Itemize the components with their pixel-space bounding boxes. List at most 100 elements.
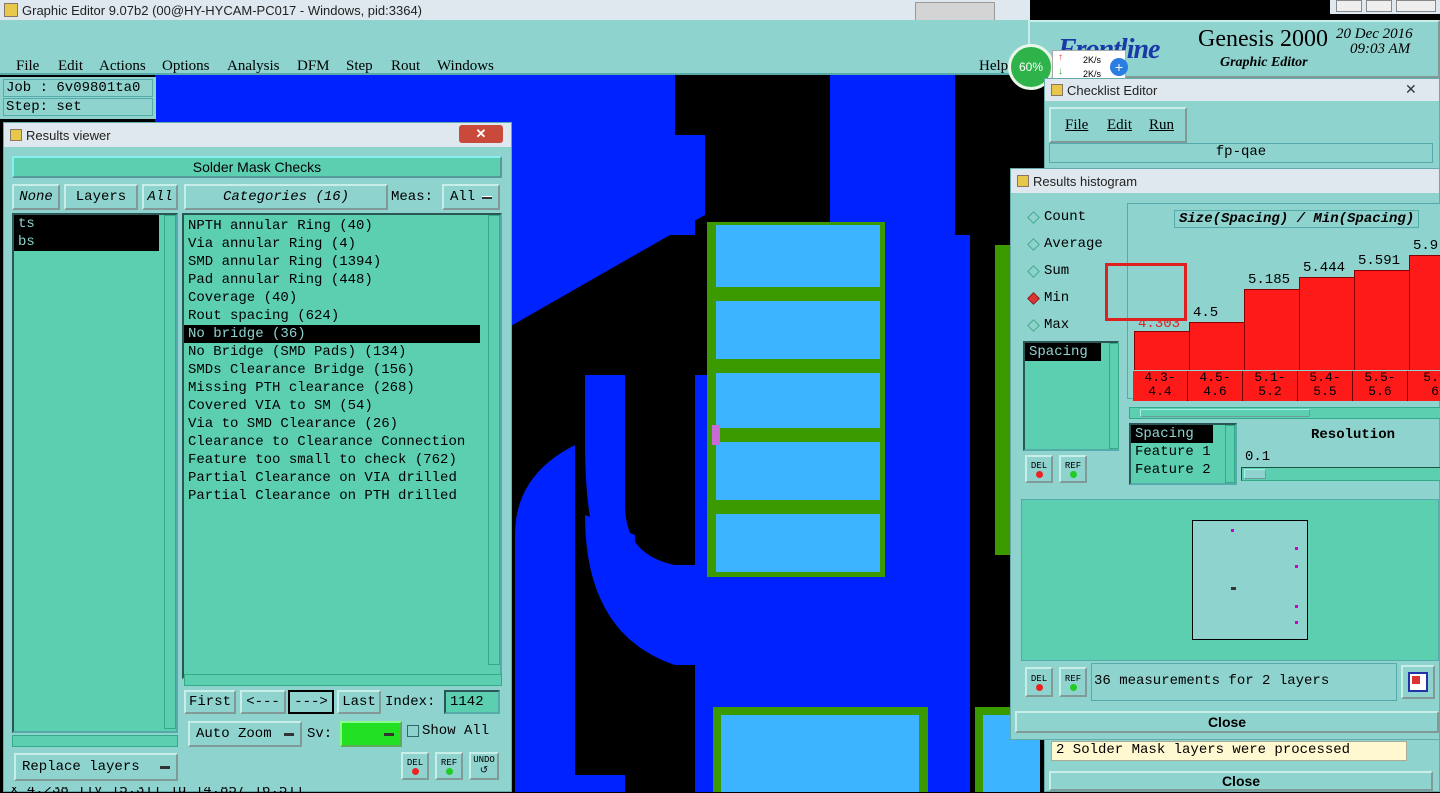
menu-windows[interactable]: Windows [437,58,494,75]
attr-item[interactable]: Feature 2 [1131,461,1235,479]
category-item[interactable]: SMD annular Ring (1394) [184,253,500,271]
replace-layers-dropdown[interactable]: Replace layers [14,753,178,781]
checklist-close-button[interactable]: Close [1049,771,1433,791]
category-item[interactable]: Rout spacing (624) [184,307,500,325]
first-button[interactable]: First [184,690,236,714]
next-button[interactable]: ---> [288,690,334,714]
bin-range-label: 5.4- 5.5 [1298,371,1353,401]
slider-handle[interactable] [1244,469,1266,479]
category-item[interactable]: No Bridge (SMD Pads) (134) [184,343,500,361]
mode-count[interactable]: Count [1027,209,1086,225]
close-icon[interactable] [1396,0,1436,12]
last-button[interactable]: Last [337,690,381,714]
category-item[interactable]: Covered VIA to SM (54) [184,397,500,415]
menu-file[interactable]: File [16,58,39,75]
checklist-menu-run[interactable]: Run [1149,117,1174,134]
category-item[interactable]: Partial Clearance on VIA drilled [184,469,480,487]
histogram-bar[interactable] [1409,254,1440,370]
none-button[interactable]: None [12,184,60,210]
layers-list[interactable]: ts bs [12,213,178,733]
menu-rout[interactable]: Rout [391,58,420,75]
error-marker[interactable] [712,425,720,445]
checklist-menu-edit[interactable]: Edit [1107,117,1132,134]
menu-options[interactable]: Options [162,58,210,75]
hist-del-button-2[interactable]: DEL [1025,667,1053,697]
minimize-icon[interactable] [1336,0,1362,12]
ref-button[interactable]: REF [435,752,463,780]
category-item[interactable]: Pad annular Ring (448) [184,271,500,289]
plus-icon[interactable]: + [1110,58,1128,76]
attr-item[interactable]: Feature 1 [1131,443,1235,461]
histogram-bar[interactable] [1299,276,1354,370]
category-item[interactable]: Coverage (40) [184,289,500,307]
attr-select-list[interactable]: Spacing Feature 1 Feature 2 [1129,423,1237,485]
hist-ref-button[interactable]: REF [1059,455,1087,483]
categories-scrollbar[interactable] [488,215,500,665]
attribute-scrollbar[interactable] [1109,343,1119,449]
upload-arrow-icon: ↑ [1058,52,1063,63]
menu-step[interactable]: Step [346,58,373,75]
replace-layers-label: Replace layers [22,759,140,775]
mode-sum[interactable]: Sum [1027,263,1069,279]
category-item[interactable]: Feature too small to check (762) [184,451,500,469]
show-all-checkbox[interactable] [407,725,419,737]
category-item[interactable]: Partial Clearance on PTH drilled [184,487,480,505]
category-item[interactable]: SMDs Clearance Bridge (156) [184,361,500,379]
layer-item[interactable]: ts [14,215,159,233]
category-item[interactable]: Clearance to Clearance Connection [184,433,480,451]
resolution-slider[interactable] [1241,467,1440,481]
auto-zoom-dropdown[interactable]: Auto Zoom [188,721,302,747]
menu-analysis[interactable]: Analysis [227,58,280,75]
category-item[interactable]: Missing PTH clearance (268) [184,379,500,397]
close-icon[interactable]: ✕ [1405,81,1417,98]
histogram-bar[interactable] [1134,331,1189,370]
mode-max[interactable]: Max [1027,317,1069,333]
category-item[interactable]: Via annular Ring (4) [184,235,500,253]
highlight-box [1105,263,1187,321]
category-item[interactable]: NPTH annular Ring (40) [184,217,500,235]
menu-edit[interactable]: Edit [58,58,83,75]
category-item[interactable]: Via to SMD Clearance (26) [184,415,500,433]
window-controls[interactable] [1330,0,1440,14]
attribute-list[interactable]: Spacing [1023,341,1119,451]
histogram-close-button[interactable]: Close [1015,711,1439,733]
results-viewer-window: Results viewer ✕ Solder Mask Checks None… [3,122,512,793]
attr-scrollbar[interactable] [1225,425,1235,483]
undo-button[interactable]: UNDO ↺ [469,752,499,780]
menu-dfm[interactable]: DFM [297,58,330,75]
prev-button[interactable]: <--- [240,690,286,714]
chart-hscroll[interactable] [1129,407,1440,419]
layers-hscroll[interactable] [12,735,178,747]
del-button[interactable]: DEL [401,752,429,780]
dropdown-icon [160,765,170,769]
checklist-menu-file[interactable]: File [1065,117,1088,134]
mode-average[interactable]: Average [1027,236,1103,252]
menu-help[interactable]: Help [979,58,1008,75]
attr-item[interactable]: Spacing [1131,425,1213,443]
layers-button[interactable]: Layers [64,184,138,210]
sv-color-dropdown[interactable] [340,721,402,747]
attribute-item[interactable]: Spacing [1025,343,1101,361]
meas-dropdown[interactable]: All [442,184,500,210]
layer-item[interactable]: bs [14,233,159,251]
categories-button[interactable]: Categories (16) [184,184,388,210]
results-viewer-close-button[interactable]: ✕ [459,125,503,143]
categories-list[interactable]: NPTH annular Ring (40) Via annular Ring … [182,213,502,679]
scroll-thumb[interactable] [1140,409,1310,417]
zoom-to-fit-button[interactable] [1401,665,1435,699]
hist-del-button[interactable]: DEL [1025,455,1053,483]
category-item-selected[interactable]: No bridge (36) [184,325,480,343]
histogram-bar[interactable] [1189,322,1244,370]
tray-grip[interactable] [915,2,995,22]
mode-min[interactable]: Min [1027,290,1069,306]
layers-scrollbar[interactable] [164,215,176,729]
histogram-bar[interactable] [1354,269,1409,370]
index-input[interactable]: 1142 [444,690,500,714]
histogram-bar[interactable] [1244,289,1299,370]
menu-actions[interactable]: Actions [99,58,146,75]
categories-hscroll[interactable] [184,674,502,686]
restore-icon[interactable] [1366,0,1392,12]
meas-value: All [450,189,476,205]
hist-ref-button-2[interactable]: REF [1059,667,1087,697]
all-layers-button[interactable]: All [142,184,178,210]
